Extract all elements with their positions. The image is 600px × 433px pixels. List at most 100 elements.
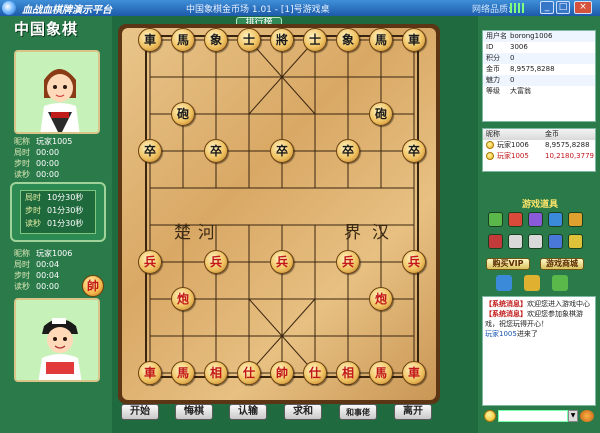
red-piece[interactable]: 炮 xyxy=(171,287,195,311)
window-titlebar: 血战血棋牌演示平台 中国象棋金币场 1.01 - [1]号游戏桌 网络品质: _… xyxy=(0,0,600,16)
close-button[interactable]: × xyxy=(574,1,592,14)
red-piece[interactable]: 兵 xyxy=(270,250,294,274)
chat-log[interactable]: 【系统消息】欢迎您进入游戏中心 【系统消息】欢迎您参加象棋游戏，祝您玩得开心！ … xyxy=(482,296,596,406)
start-button[interactable]: 开始 xyxy=(121,404,159,420)
top-player-row: 步时 00:00 xyxy=(14,159,60,168)
black-piece[interactable]: 車 xyxy=(138,28,162,52)
black-piece[interactable]: 士 xyxy=(237,28,261,52)
red-piece[interactable]: 相 xyxy=(336,361,360,385)
black-piece[interactable]: 砲 xyxy=(369,102,393,126)
bottom-player-row: 昵称 玩家1006 xyxy=(14,249,73,258)
top-player-row: 读秒 00:00 xyxy=(14,170,60,179)
black-piece[interactable]: 卒 xyxy=(402,139,426,163)
turn-indicator-piece: 帥 xyxy=(82,275,104,297)
time-control-row: 步时 01分30秒 xyxy=(25,206,84,215)
red-piece[interactable]: 仕 xyxy=(237,361,261,385)
draw-offer-button[interactable]: 求和 xyxy=(284,404,322,420)
red-piece[interactable]: 帥 xyxy=(270,361,294,385)
buy-vip-button[interactable]: 购买VIP xyxy=(486,258,530,270)
item-bomb-icon[interactable] xyxy=(488,234,503,249)
item-heart-icon[interactable] xyxy=(508,212,523,227)
coins-icon[interactable] xyxy=(524,275,540,291)
red-piece[interactable]: 車 xyxy=(402,361,426,385)
item-clover-icon[interactable] xyxy=(488,212,503,227)
user-info-row: 用户名 borong1006 xyxy=(483,31,595,42)
river-text-he: 河 xyxy=(198,223,215,243)
chat-input-bar: ▼ xyxy=(482,408,596,424)
red-piece[interactable]: 炮 xyxy=(369,287,393,311)
black-piece[interactable]: 象 xyxy=(336,28,360,52)
black-piece[interactable]: 卒 xyxy=(138,139,162,163)
black-piece[interactable]: 馬 xyxy=(369,28,393,52)
red-piece[interactable]: 馬 xyxy=(171,361,195,385)
platform-logo-icon xyxy=(2,1,16,15)
top-player-row: 昵称 玩家1005 xyxy=(14,137,73,146)
player-row[interactable]: 玩家1005 10,2180,3779 xyxy=(483,151,595,162)
players-list[interactable]: 昵称 金币 玩家1006 8,9575,8288 玩家1005 10,2180,… xyxy=(482,128,596,172)
red-piece[interactable]: 兵 xyxy=(138,250,162,274)
platform-brand: 血战血棋牌演示平台 xyxy=(22,5,112,16)
home-icon[interactable] xyxy=(496,275,512,291)
chess-board[interactable]: 楚 河 界 汉 123456789九八七六五四三二一車馬象士將士象馬車砲砲卒卒卒… xyxy=(122,28,436,400)
user-info-row: 金币 8,9575,8288 xyxy=(486,65,555,73)
black-piece[interactable]: 馬 xyxy=(171,28,195,52)
black-piece[interactable]: 將 xyxy=(270,28,294,52)
red-piece[interactable]: 馬 xyxy=(369,361,393,385)
player-status-icon xyxy=(486,152,494,160)
minimize-button[interactable]: _ xyxy=(540,1,554,14)
players-list-header: 昵称 金币 xyxy=(483,129,595,140)
chat-input[interactable] xyxy=(498,410,568,422)
avatar-bottom-player xyxy=(14,298,100,382)
signal-strength-icon xyxy=(510,3,524,13)
emoji-icon[interactable] xyxy=(484,410,496,422)
chat-dropdown-icon[interactable]: ▼ xyxy=(568,410,578,422)
top-player-row: 局时 00:00 xyxy=(14,148,60,157)
black-piece[interactable]: 象 xyxy=(204,28,228,52)
black-piece[interactable]: 卒 xyxy=(336,139,360,163)
player-status-icon xyxy=(486,141,494,149)
window-title: 中国象棋金币场 1.01 - [1]号游戏桌 xyxy=(186,5,330,15)
game-shop-button[interactable]: 游戏商城 xyxy=(540,258,584,270)
toolbar-icon-row xyxy=(484,275,596,293)
regret-button[interactable]: 悔棋 xyxy=(175,404,213,420)
item-x2-alt-icon[interactable] xyxy=(528,234,543,249)
black-piece[interactable]: 砲 xyxy=(171,102,195,126)
bag-icon[interactable] xyxy=(552,275,568,291)
river-text-jie: 界 xyxy=(344,223,361,243)
item-star-icon[interactable] xyxy=(568,234,583,249)
black-piece[interactable]: 車 xyxy=(402,28,426,52)
user-info-row: 积分 0 xyxy=(483,53,595,64)
red-piece[interactable]: 車 xyxy=(138,361,162,385)
time-control-row: 读秒 01分30秒 xyxy=(25,219,84,228)
red-piece[interactable]: 仕 xyxy=(303,361,327,385)
avatar-top-player xyxy=(14,50,100,134)
black-piece[interactable]: 士 xyxy=(303,28,327,52)
player-row[interactable]: 玩家1006 8,9575,8288 xyxy=(483,140,595,151)
time-control-row: 局时 10分30秒 xyxy=(25,193,84,202)
item-shield-icon[interactable] xyxy=(548,212,563,227)
top-player-info: 昵称 玩家1005 局时 00:00 步时 00:00 读秒 00:00 xyxy=(14,136,104,180)
peace-button[interactable]: 和事佬 xyxy=(339,404,377,420)
user-info-row: 等级 大富翁 xyxy=(486,87,531,95)
leave-button[interactable]: 离开 xyxy=(394,404,432,420)
game-title-logo: 中国象棋 xyxy=(14,20,79,38)
item-horn-icon[interactable] xyxy=(568,212,583,227)
red-piece[interactable]: 相 xyxy=(204,361,228,385)
river-text-chu: 楚 xyxy=(174,223,191,243)
item-x2-icon[interactable] xyxy=(508,234,523,249)
black-piece[interactable]: 卒 xyxy=(204,139,228,163)
item-gift-icon[interactable] xyxy=(528,212,543,227)
user-info-table: 用户名 borong1006 ID 3006 积分 0 金币 8,9575,8288 魅… xyxy=(482,30,596,122)
user-info-row: ID 3006 xyxy=(486,43,528,51)
bottom-player-row: 局时 00:04 xyxy=(14,260,60,269)
item-badge-icon[interactable] xyxy=(548,234,563,249)
resign-button[interactable]: 认输 xyxy=(229,404,267,420)
maximize-button[interactable]: □ xyxy=(556,1,570,14)
game-items-title: 游戏道具 xyxy=(521,200,558,210)
black-piece[interactable]: 卒 xyxy=(270,139,294,163)
red-piece[interactable]: 兵 xyxy=(204,250,228,274)
send-button[interactable] xyxy=(580,410,594,422)
red-piece[interactable]: 兵 xyxy=(402,250,426,274)
red-piece[interactable]: 兵 xyxy=(336,250,360,274)
game-items-grid xyxy=(486,212,586,256)
